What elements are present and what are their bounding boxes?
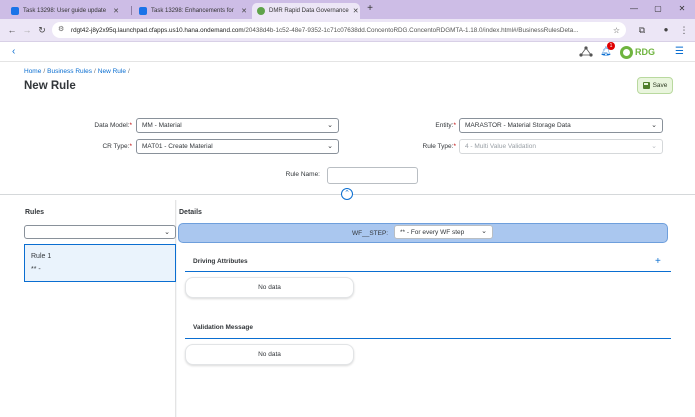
breadcrumb-home[interactable]: Home xyxy=(24,68,41,75)
page-title: New Rule xyxy=(24,80,76,92)
entity-value: MARASTOR - Material Storage Data xyxy=(465,122,571,129)
chevron-down-icon: ⌄ xyxy=(327,143,333,150)
wf-step-label: WF__STEP: xyxy=(352,230,389,237)
browser-tab-task-user-guide[interactable]: Task 13298: User guide update ✕ xyxy=(6,3,124,19)
rdg-logo: RDG xyxy=(620,45,655,59)
dmr-favicon-icon xyxy=(257,7,265,15)
browser-address-bar: ← → ↻ ⚙ rdgt42-j8y2x95q.launchpad.cfapps… xyxy=(0,19,695,42)
minimize-icon[interactable]: — xyxy=(627,2,641,16)
validation-message-title: Validation Message xyxy=(193,324,253,331)
entity-select[interactable]: MARASTOR - Material Storage Data ⌄ xyxy=(459,118,663,133)
collapse-header-icon[interactable]: ⌃ xyxy=(341,188,353,200)
rule-name-label: Rule Name: xyxy=(285,171,320,178)
profile-avatar-icon[interactable]: ● xyxy=(659,23,673,37)
app-shell-bar: ‹ 🔔︎ 1 RDG ☰ xyxy=(0,42,695,62)
window-close-icon[interactable]: ✕ xyxy=(675,2,689,16)
extensions-icon[interactable]: ⧉ xyxy=(635,23,649,37)
tab-label: DMR Rapid Data Governance xyxy=(269,8,349,14)
close-icon[interactable]: ✕ xyxy=(109,7,119,15)
tab-label: Task 13298: Enhancements for xyxy=(151,8,234,14)
floppy-disk-icon xyxy=(642,82,650,89)
bookmark-star-icon[interactable]: ☆ xyxy=(613,26,620,35)
rdg-logo-mark xyxy=(620,45,633,59)
tab-label: Task 13298: User guide update xyxy=(23,8,107,14)
driving-attributes-title: Driving Attributes xyxy=(193,258,248,265)
forward-arrow-icon[interactable]: → xyxy=(20,23,34,37)
chevron-down-icon: ⌄ xyxy=(327,122,333,129)
validation-message-nodata: No data xyxy=(185,344,354,365)
rule-item-sub: ** - xyxy=(31,266,41,273)
rules-filter-select[interactable]: ⌄ xyxy=(24,225,176,239)
cr-type-label: CR Type:* xyxy=(102,143,132,150)
data-model-value: MM - Material xyxy=(142,122,182,129)
rules-header: Rules xyxy=(25,209,45,216)
breadcrumb: Home / Business Rules / New Rule / xyxy=(24,68,130,75)
breadcrumb-new-rule[interactable]: New Rule xyxy=(98,68,126,75)
chevron-down-icon: ⌄ xyxy=(651,122,657,129)
wf-step-value: ** - For every WF step xyxy=(400,228,465,236)
network-share-icon[interactable] xyxy=(578,45,594,59)
driving-attributes-underline xyxy=(185,271,671,272)
chevron-left-icon[interactable]: ‹ xyxy=(12,46,24,58)
wf-step-select[interactable]: ** - For every WF step ⌄ xyxy=(394,225,493,239)
url-host: rdgt42-j8y2x95q.launchpad.cfapps.us10.ha… xyxy=(71,26,244,34)
breadcrumb-business-rules[interactable]: Business Rules xyxy=(47,68,92,75)
maximize-icon[interactable]: ▢ xyxy=(651,2,665,16)
reload-icon[interactable]: ↻ xyxy=(35,23,49,37)
data-model-label: Data Model:* xyxy=(94,122,132,129)
cr-type-value: MAT01 - Create Material xyxy=(142,143,213,150)
data-model-select[interactable]: MM - Material ⌄ xyxy=(136,118,339,133)
new-tab-icon[interactable]: + xyxy=(364,3,376,15)
rule-item-name: Rule 1 xyxy=(31,253,52,260)
add-driving-attribute-icon[interactable]: + xyxy=(655,257,661,267)
browser-tab-task-enhancements[interactable]: Task 13298: Enhancements for ✕ xyxy=(134,3,252,19)
rule-type-select: 4 - Multi Value Validation ⌄ xyxy=(459,139,663,154)
driving-attributes-nodata: No data xyxy=(185,277,354,298)
site-settings-icon[interactable]: ⚙ xyxy=(58,26,66,34)
rule-name-input[interactable] xyxy=(327,167,418,184)
tab-separator xyxy=(131,6,132,15)
azure-devops-icon xyxy=(11,7,19,15)
back-arrow-icon[interactable]: ← xyxy=(5,23,19,37)
browser-tab-dmr[interactable]: DMR Rapid Data Governance ✕ xyxy=(252,3,360,19)
cr-type-select[interactable]: MAT01 - Create Material ⌄ xyxy=(136,139,339,154)
rule-list-item[interactable]: Rule 1 ** - xyxy=(24,244,176,282)
hamburger-menu-icon[interactable]: ☰ xyxy=(675,46,685,58)
notification-badge: 1 xyxy=(607,42,615,50)
rdg-logo-text: RDG xyxy=(635,47,655,57)
close-icon[interactable]: ✕ xyxy=(237,7,247,15)
url-field[interactable]: ⚙ rdgt42-j8y2x95q.launchpad.cfapps.us10.… xyxy=(52,22,626,38)
rule-type-value: 4 - Multi Value Validation xyxy=(465,143,536,150)
validation-message-underline xyxy=(185,338,671,339)
azure-devops-icon xyxy=(139,7,147,15)
chevron-down-icon: ⌄ xyxy=(481,228,487,235)
browser-menu-icon[interactable]: ⋮ xyxy=(677,23,691,37)
save-button-label: Save xyxy=(652,82,668,89)
save-button[interactable]: Save xyxy=(637,77,673,94)
details-header: Details xyxy=(179,209,202,216)
browser-tab-bar: Task 13298: User guide update ✕ Task 132… xyxy=(0,0,695,19)
chevron-down-icon: ⌄ xyxy=(164,229,170,236)
rule-type-label: Rule Type:* xyxy=(422,143,457,150)
chevron-down-icon: ⌄ xyxy=(651,143,657,150)
url-path: /20438d4b-1c52-48e7-9352-1c71c07638dd.Co… xyxy=(243,26,579,34)
close-icon[interactable]: ✕ xyxy=(349,7,359,15)
entity-label: Entity:* xyxy=(435,122,456,129)
